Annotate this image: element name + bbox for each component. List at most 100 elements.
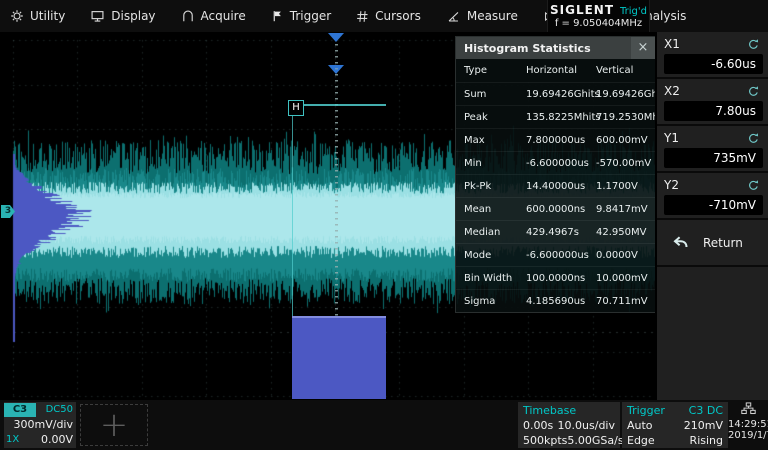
stat-horizontal: 4.185690us (526, 296, 596, 307)
stat-horizontal: -6.600000us (526, 158, 596, 169)
field-label: X2 (664, 84, 680, 98)
trigger-title: Trigger (627, 403, 665, 418)
return-button[interactable]: Return (657, 220, 768, 267)
brand-logo: SIGLENT (550, 3, 614, 17)
stat-horizontal: 7.800000us (526, 135, 596, 146)
trigger-descriptor[interactable]: Trigger C3 DC Auto 210mV Edge Rising (622, 402, 728, 448)
gear-icon (10, 9, 24, 23)
trigger-type: Edge (627, 433, 655, 448)
field-value-y2[interactable]: -710mV (664, 195, 763, 215)
probe-attenuation: 1X (4, 432, 26, 447)
histogram-region-top-edge[interactable] (304, 104, 386, 106)
trigger-position-marker-icon[interactable] (328, 33, 344, 42)
channel-coupling: DC50 (36, 404, 76, 415)
region-setting-panel: Region Setting X1 -6.60us X2 7.80us Y1 7… (655, 0, 768, 400)
stat-label: Mode (464, 250, 526, 261)
menu-label: Cursors (375, 9, 421, 23)
timebase-scale: 10.0us/div (558, 418, 615, 433)
stats-row: Max7.800000us600.00mV (456, 128, 655, 151)
measure-icon (446, 10, 461, 23)
stats-row: TypeHorizontalVertical (456, 59, 655, 82)
stat-label: Min (464, 158, 526, 169)
stat-horizontal: -6.600000us (526, 250, 596, 261)
menu-acquire[interactable]: Acquire (181, 9, 246, 23)
stat-vertical: 10.000mV (596, 273, 655, 284)
stat-vertical: 0.0000V (596, 250, 655, 261)
status-bar: C3 DC50 300mV/div 1X 0.00V + Timebase 0.… (0, 400, 768, 450)
stats-row: Min-6.600000us-570.00mV (456, 151, 655, 174)
stat-label: Mean (464, 204, 526, 215)
histogram-region-handle[interactable]: H (288, 100, 304, 116)
add-channel-slot[interactable]: + (80, 404, 148, 446)
network-icon[interactable] (741, 402, 756, 415)
stat-vertical: Vertical (596, 65, 655, 76)
horizontal-histogram-bar (292, 316, 386, 399)
stat-horizontal: Horizontal (526, 65, 596, 76)
timebase-delay: 0.00s (523, 418, 553, 433)
stats-row: Median429.4967s42.950MV (456, 220, 655, 243)
trigger-mode: Auto (627, 418, 653, 433)
menu-label: Trigger (290, 9, 331, 23)
field-y1: Y1 735mV (657, 126, 768, 173)
stats-row: Mode-6.600000us0.0000V (456, 243, 655, 266)
sample-rate: 5.00GSa/s (567, 433, 623, 448)
stat-vertical: -570.00mV (596, 158, 655, 169)
field-value-y1[interactable]: 735mV (664, 148, 763, 168)
channel-badge: C3 (4, 403, 36, 417)
clock-date: 2019/1/7 (728, 430, 768, 441)
rotate-knob-icon[interactable] (747, 132, 760, 145)
stat-label: Bin Width (464, 273, 526, 284)
stat-label: Max (464, 135, 526, 146)
stats-row: Pk-Pk14.40000us1.1700V (456, 174, 655, 197)
field-value-x1[interactable]: -6.60us (664, 54, 763, 74)
field-label: Y1 (664, 131, 679, 145)
stat-horizontal: 600.0000ns (526, 204, 596, 215)
stat-label: Median (464, 227, 526, 238)
stats-row: Mean600.0000ns9.8417mV (456, 197, 655, 220)
rotate-knob-icon[interactable] (747, 179, 760, 192)
stats-row: Bin Width100.0000ns10.000mV (456, 266, 655, 289)
menu-label: Utility (30, 9, 65, 23)
menu-display[interactable]: Display (90, 9, 155, 23)
field-label: X1 (664, 37, 680, 51)
timebase-title: Timebase (523, 403, 576, 418)
menu-bar: Utility Display Acquire Trigger Cursors … (0, 0, 768, 32)
close-icon[interactable]: × (631, 37, 655, 59)
channel-scale: 300mV/div (4, 417, 76, 432)
channel3-descriptor[interactable]: C3 DC50 300mV/div 1X 0.00V (4, 402, 76, 448)
histogram-region-left-edge[interactable] (292, 116, 293, 316)
stat-label: Sigma (464, 296, 526, 307)
stat-label: Peak (464, 112, 526, 123)
channel-offset: 0.00V (26, 432, 76, 447)
menu-trigger[interactable]: Trigger (271, 9, 331, 23)
stat-horizontal: 19.69426Ghits (526, 89, 596, 100)
acquire-icon (181, 9, 195, 23)
clock-time: 14:29:51 (728, 419, 768, 430)
brand-status-block: SIGLENT Trig'd f = 9.050404MHz (547, 0, 650, 32)
menu-cursors[interactable]: Cursors (356, 9, 421, 23)
field-value-x2[interactable]: 7.80us (664, 101, 763, 121)
field-x2: X2 7.80us (657, 79, 768, 126)
field-x1: X1 -6.60us (657, 32, 768, 79)
stat-vertical: 600.00mV (596, 135, 655, 146)
dialog-titlebar[interactable]: Histogram Statistics × (456, 37, 655, 59)
memory-depth: 500kpts (523, 433, 567, 448)
stat-vertical: 42.950MV (596, 227, 655, 238)
stats-row: Sigma4.185690us70.711mV (456, 289, 655, 312)
menu-utility[interactable]: Utility (10, 9, 65, 23)
field-y2: Y2 -710mV (657, 173, 768, 220)
trigger-level: 210mV (684, 418, 723, 433)
stat-horizontal: 135.8225Mhits (526, 112, 596, 123)
menu-measure[interactable]: Measure (446, 9, 518, 23)
stat-label: Type (464, 65, 526, 76)
stat-vertical: 70.711mV (596, 296, 655, 307)
stat-vertical: 1.1700V (596, 181, 655, 192)
frequency-counter: f = 9.050404MHz (555, 18, 642, 29)
histogram-statistics-dialog: Histogram Statistics × TypeHorizontalVer… (455, 36, 656, 313)
timebase-descriptor[interactable]: Timebase 0.00s 10.0us/div 500kpts 5.00GS… (518, 402, 620, 448)
stat-horizontal: 14.40000us (526, 181, 596, 192)
rotate-knob-icon[interactable] (747, 38, 760, 51)
menu-label: Display (111, 9, 155, 23)
menu-label: Acquire (201, 9, 246, 23)
rotate-knob-icon[interactable] (747, 85, 760, 98)
